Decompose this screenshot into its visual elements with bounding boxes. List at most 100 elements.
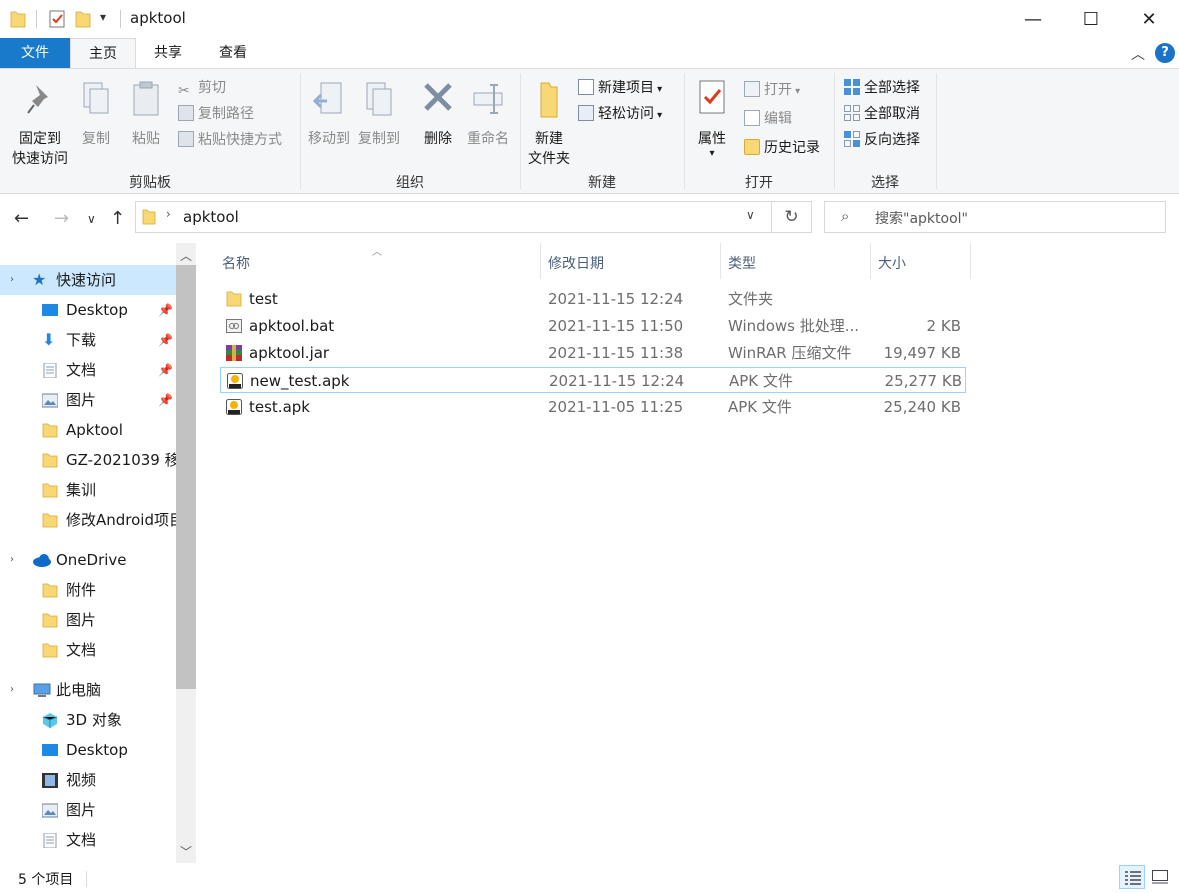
table-row[interactable]: apktool.jar 2021-11-15 11:38 WinRAR 压缩文件…: [220, 340, 966, 366]
copy-path-label: 复制路径: [198, 106, 254, 122]
table-row[interactable]: new_test.apk 2021-11-15 12:24 APK 文件 25,…: [220, 367, 966, 393]
file-explorer-window: ▾ apktool — ☐ ✕ 文件 主页 共享 查看 ︿ ? 固定到 快速访问: [0, 0, 1179, 893]
select-all-button[interactable]: 全部选择: [844, 77, 920, 99]
delete-button[interactable]: 删除: [418, 79, 458, 149]
table-row[interactable]: test 2021-11-15 12:24 文件夹: [220, 286, 966, 312]
search-box[interactable]: ⌕ 搜索"apktool": [824, 201, 1166, 233]
back-button[interactable]: ←: [14, 208, 29, 229]
paste-shortcut-button[interactable]: 粘贴快捷方式: [178, 129, 282, 151]
column-header-date[interactable]: 修改日期: [548, 253, 604, 277]
tab-view[interactable]: 查看: [203, 38, 263, 68]
new-item-button[interactable]: 新建项目 ▾: [578, 77, 662, 99]
paste-button[interactable]: 粘贴: [126, 79, 166, 149]
nav-item-3d-objects[interactable]: 3D 对象: [0, 705, 176, 735]
column-separator[interactable]: [870, 243, 871, 279]
easy-access-button[interactable]: 轻松访问 ▾: [578, 103, 662, 125]
nav-item-pc-desktop[interactable]: Desktop: [0, 735, 176, 765]
history-button[interactable]: 历史记录: [744, 137, 820, 159]
pin-icon: 📌: [158, 363, 173, 377]
new-folder-button[interactable]: 新建 文件夹: [524, 79, 574, 169]
nav-label: 快速访问: [56, 271, 117, 289]
table-row[interactable]: apktool.bat 2021-11-15 11:50 Windows 批处理…: [220, 313, 966, 339]
tab-home[interactable]: 主页: [70, 38, 136, 69]
nav-quick-access[interactable]: › ★ 快速访问: [0, 265, 176, 295]
nav-item-training[interactable]: 集训: [0, 475, 176, 505]
maximize-button[interactable]: ☐: [1062, 0, 1120, 38]
nav-item-downloads[interactable]: ⬇ 下载 📌: [0, 325, 176, 355]
properties-icon[interactable]: [48, 10, 66, 28]
large-icons-view-button[interactable]: [1147, 865, 1173, 889]
refresh-button[interactable]: ↻: [772, 201, 812, 233]
expand-icon[interactable]: ›: [10, 545, 14, 575]
open-button[interactable]: 打开 ▾: [744, 79, 800, 101]
folder-icon: [42, 583, 58, 598]
copy-to-button[interactable]: 复制到: [354, 79, 404, 149]
move-to-button[interactable]: 移动到: [304, 79, 354, 149]
nav-item-videos[interactable]: 视频: [0, 765, 176, 795]
new-folder-label: 新建: [535, 131, 563, 147]
scroll-up-arrow[interactable]: ︿: [176, 247, 196, 264]
copy-button[interactable]: 复制: [76, 79, 116, 149]
close-button[interactable]: ✕: [1120, 0, 1178, 38]
nav-item-gz[interactable]: GZ-2021039 移: [0, 445, 176, 475]
help-icon[interactable]: ?: [1155, 43, 1175, 63]
column-header-name[interactable]: 名称: [222, 253, 250, 277]
breadcrumb[interactable]: apktool: [183, 208, 239, 226]
column-separator[interactable]: [540, 243, 541, 279]
group-label-organize: 组织: [396, 175, 424, 191]
new-folder-icon[interactable]: [75, 10, 91, 28]
nav-item-attachments[interactable]: 附件: [0, 575, 176, 605]
forward-button[interactable]: →: [54, 208, 69, 229]
cut-label: 剪切: [198, 80, 226, 96]
nav-item-od-documents[interactable]: 文档: [0, 635, 176, 665]
nav-this-pc[interactable]: › 此电脑: [0, 675, 176, 705]
nav-item-apktool[interactable]: Apktool: [0, 415, 176, 445]
copy-to-label: 复制到: [358, 131, 400, 147]
copy-path-button[interactable]: 复制路径: [178, 103, 254, 125]
details-view-button[interactable]: [1119, 865, 1145, 889]
nav-label: 文档: [66, 641, 97, 659]
file-date: 2021-11-15 11:50: [548, 317, 684, 335]
column-header-size[interactable]: 大小: [878, 253, 906, 277]
scroll-down-arrow[interactable]: ﹀: [176, 843, 196, 860]
nav-onedrive[interactable]: › OneDrive: [0, 545, 176, 575]
invert-selection-button[interactable]: 反向选择: [844, 129, 920, 151]
nav-item-pc-pictures[interactable]: 图片: [0, 795, 176, 825]
nav-item-android-project[interactable]: 修改Android项目: [0, 505, 176, 535]
nav-item-pictures[interactable]: 图片 📌: [0, 385, 176, 415]
expand-icon[interactable]: ›: [10, 265, 14, 295]
file-name: test.apk: [249, 398, 310, 416]
address-dropdown-icon[interactable]: ∨: [746, 208, 755, 222]
column-header-type[interactable]: 类型: [728, 253, 756, 277]
search-placeholder: 搜索"apktool": [875, 211, 968, 227]
pin-to-quick-access-button[interactable]: 固定到 快速访问: [8, 79, 72, 169]
nav-label: 3D 对象: [66, 711, 122, 729]
address-bar[interactable]: › apktool ∨: [135, 201, 772, 233]
minimize-button[interactable]: —: [1004, 0, 1062, 38]
customize-quick-access-icon[interactable]: ▾: [100, 10, 106, 24]
properties-button[interactable]: 属性 ▾: [690, 79, 734, 159]
collapse-ribbon-icon[interactable]: ︿: [1131, 44, 1145, 64]
nav-scrollbar[interactable]: ︿ ﹀: [176, 243, 196, 863]
tab-file[interactable]: 文件: [0, 38, 70, 68]
tab-share[interactable]: 共享: [138, 38, 198, 68]
breadcrumb-chevron-icon: ›: [166, 207, 171, 221]
scrollbar-thumb[interactable]: [176, 265, 196, 689]
table-row[interactable]: test.apk 2021-11-05 11:25 APK 文件 25,240 …: [220, 394, 966, 420]
clipboard-icon: [133, 81, 159, 116]
cut-button[interactable]: ✂ 剪切: [178, 77, 226, 99]
up-button[interactable]: ↑: [110, 208, 125, 229]
rename-button[interactable]: 重命名: [464, 79, 512, 149]
edit-button[interactable]: 编辑: [744, 108, 792, 130]
folder-icon: [10, 11, 26, 28]
nav-item-desktop[interactable]: Desktop 📌: [0, 295, 176, 325]
nav-item-pc-documents[interactable]: 文档: [0, 825, 176, 855]
column-separator[interactable]: [970, 243, 971, 279]
column-separator[interactable]: [720, 243, 721, 279]
select-none-button[interactable]: 全部取消: [844, 103, 920, 125]
nav-item-od-pictures[interactable]: 图片: [0, 605, 176, 635]
nav-item-documents[interactable]: 文档 📌: [0, 355, 176, 385]
expand-icon[interactable]: ›: [10, 675, 14, 705]
file-size: 25,277 KB: [884, 372, 962, 390]
recent-locations-button[interactable]: ∨: [87, 212, 96, 226]
